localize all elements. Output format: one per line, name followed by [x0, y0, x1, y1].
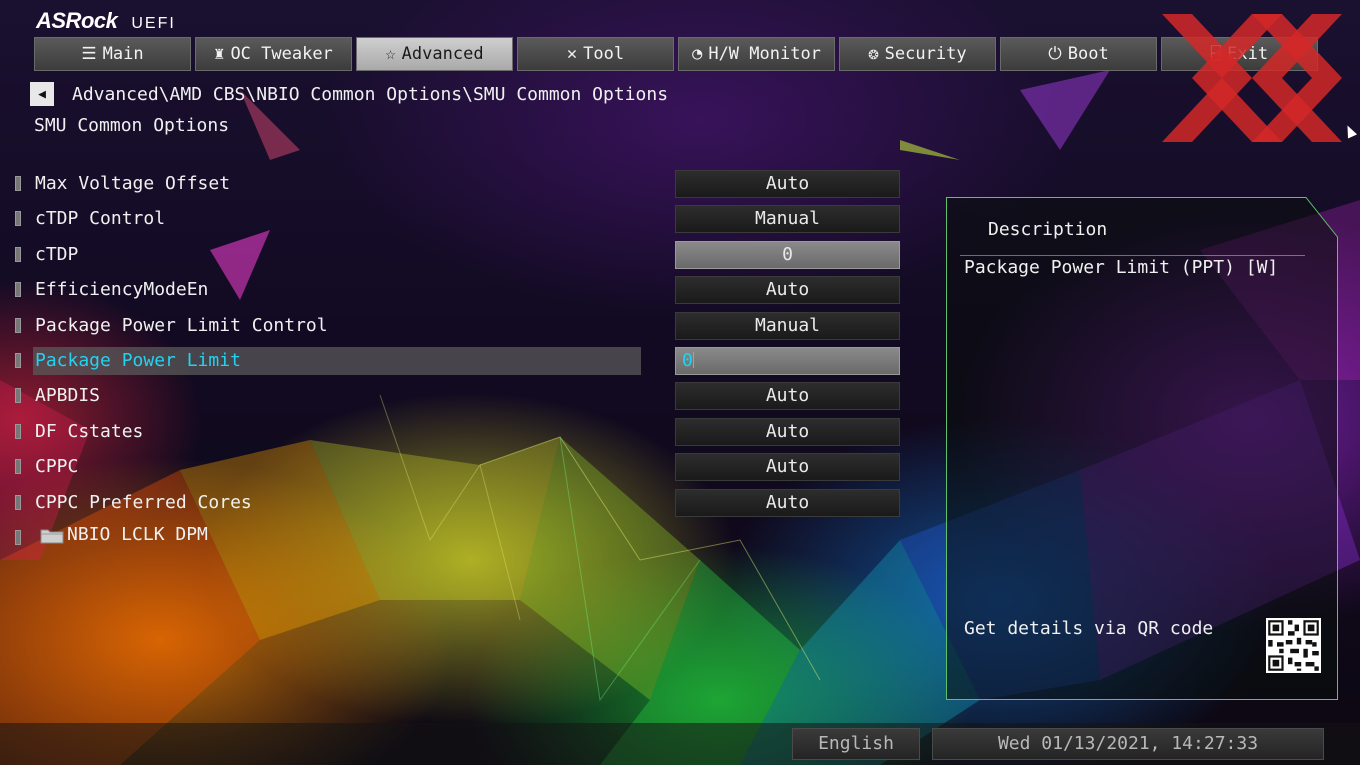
- tab-boot[interactable]: ⏻ Boot: [1000, 37, 1157, 71]
- row-marker: [15, 317, 21, 333]
- setting-value-select[interactable]: Auto: [675, 276, 900, 305]
- setting-label: APBDIS: [35, 385, 101, 407]
- submenu-nbio-lclk-dpm[interactable]: NBIO LCLK DPM: [0, 520, 400, 550]
- setting-label: Max Voltage Offset: [35, 173, 231, 194]
- description-divider: [960, 255, 1305, 256]
- back-button[interactable]: ◀: [30, 82, 54, 106]
- star-icon: ☆: [385, 44, 396, 64]
- gauge-icon: ◔: [692, 44, 703, 64]
- mouse-cursor-icon: [1342, 123, 1358, 139]
- tab-label: Advanced: [401, 44, 484, 64]
- setting-label: CPPC: [35, 456, 79, 478]
- setting-row-ctdp-control[interactable]: cTDP Control Manual: [0, 201, 910, 236]
- main-tab-bar: ☰ Main ♜ OC Tweaker ☆ Advanced ✕ Tool ◔ …: [34, 37, 1318, 71]
- tab-oc-tweaker[interactable]: ♜ OC Tweaker: [195, 37, 352, 71]
- rocket-icon: ♜: [214, 44, 225, 64]
- tab-security[interactable]: ❂ Security: [839, 37, 996, 71]
- tools-icon: ✕: [566, 44, 578, 64]
- tab-label: Security: [884, 44, 967, 64]
- tab-label: H/W Monitor: [708, 44, 821, 64]
- tab-hw-monitor[interactable]: ◔ H/W Monitor: [678, 37, 835, 71]
- setting-label: cTDP Control: [35, 208, 166, 230]
- setting-row-package-power-limit[interactable]: Package Power Limit 0: [0, 343, 910, 378]
- setting-value-select[interactable]: Manual: [675, 311, 900, 340]
- submenu-label: NBIO LCLK DPM: [67, 524, 208, 545]
- qr-code-icon[interactable]: [1266, 618, 1321, 673]
- setting-label: DF Cstates: [35, 420, 144, 442]
- row-marker: [15, 282, 21, 298]
- setting-value-input-active[interactable]: 0: [675, 346, 900, 375]
- asrock-logo: ASRock UEFI: [36, 8, 176, 34]
- back-arrow-icon: ◀: [38, 86, 46, 102]
- setting-label: EfficiencyModeEn: [35, 279, 209, 301]
- tab-tool[interactable]: ✕ Tool: [517, 37, 674, 71]
- setting-row-package-power-limit-control[interactable]: Package Power Limit Control Manual: [0, 308, 910, 343]
- brand-name: ASRock: [36, 8, 118, 33]
- text-caret: [692, 351, 694, 368]
- setting-row-apbdis[interactable]: APBDIS Auto: [0, 378, 910, 413]
- row-marker: [15, 176, 21, 191]
- setting-value-select[interactable]: Auto: [675, 453, 900, 482]
- setting-value-select[interactable]: Auto: [675, 488, 900, 517]
- setting-label: cTDP: [35, 243, 79, 265]
- input-text: 0: [682, 349, 693, 371]
- tab-label: OC Tweaker: [230, 44, 333, 64]
- settings-list: Max Voltage Offset Auto cTDP Control Man…: [0, 166, 910, 520]
- tab-main[interactable]: ☰ Main: [34, 37, 191, 71]
- row-marker: [15, 388, 21, 404]
- setting-label: Package Power Limit Control: [35, 314, 328, 336]
- row-marker: [15, 352, 21, 368]
- setting-value-select[interactable]: Auto: [675, 417, 900, 446]
- setting-row-efficiencymodeen[interactable]: EfficiencyModeEn Auto: [0, 272, 910, 307]
- setting-row-max-voltage-offset[interactable]: Max Voltage Offset Auto: [0, 166, 910, 201]
- page-title: SMU Common Options: [34, 115, 230, 136]
- watermark-logo: [1162, 14, 1342, 142]
- datetime-display: Wed 01/13/2021, 14:27:33: [932, 728, 1324, 760]
- qr-hint: Get details via QR code: [964, 618, 1214, 639]
- tab-advanced[interactable]: ☆ Advanced: [356, 37, 513, 71]
- tab-label: Tool: [583, 44, 625, 64]
- setting-value-input[interactable]: 0: [675, 240, 900, 269]
- setting-row-ctdp[interactable]: cTDP 0: [0, 237, 910, 272]
- setting-row-cppc[interactable]: CPPC Auto: [0, 449, 910, 484]
- row-marker: [15, 423, 21, 439]
- shield-icon: ❂: [868, 44, 879, 64]
- row-marker: [15, 211, 21, 227]
- setting-row-df-cstates[interactable]: DF Cstates Auto: [0, 414, 910, 449]
- description-text: Package Power Limit (PPT) [W]: [964, 257, 1279, 278]
- setting-label: CPPC Preferred Cores: [35, 491, 252, 513]
- list-icon: ☰: [81, 44, 97, 64]
- row-marker: [15, 530, 21, 545]
- folder-icon: [40, 529, 64, 544]
- uefi-label: UEFI: [131, 15, 176, 32]
- power-icon: ⏻: [1048, 44, 1062, 64]
- breadcrumb: ◀ Advanced\AMD CBS\NBIO Common Options\S…: [30, 82, 668, 106]
- row-marker: [15, 459, 21, 475]
- tab-label: Main: [102, 44, 144, 64]
- setting-label: Package Power Limit: [35, 349, 241, 371]
- setting-value-select[interactable]: Manual: [675, 205, 900, 234]
- setting-row-cppc-preferred-cores[interactable]: CPPC Preferred Cores Auto: [0, 485, 910, 520]
- tab-label: Boot: [1067, 44, 1109, 64]
- language-button[interactable]: English: [792, 728, 920, 760]
- row-marker: [15, 494, 21, 510]
- description-title: Description: [988, 219, 1108, 240]
- setting-value-select[interactable]: Auto: [675, 170, 900, 198]
- breadcrumb-path: Advanced\AMD CBS\NBIO Common Options\SMU…: [72, 83, 669, 105]
- setting-value-select[interactable]: Auto: [675, 382, 900, 411]
- row-marker: [15, 246, 21, 262]
